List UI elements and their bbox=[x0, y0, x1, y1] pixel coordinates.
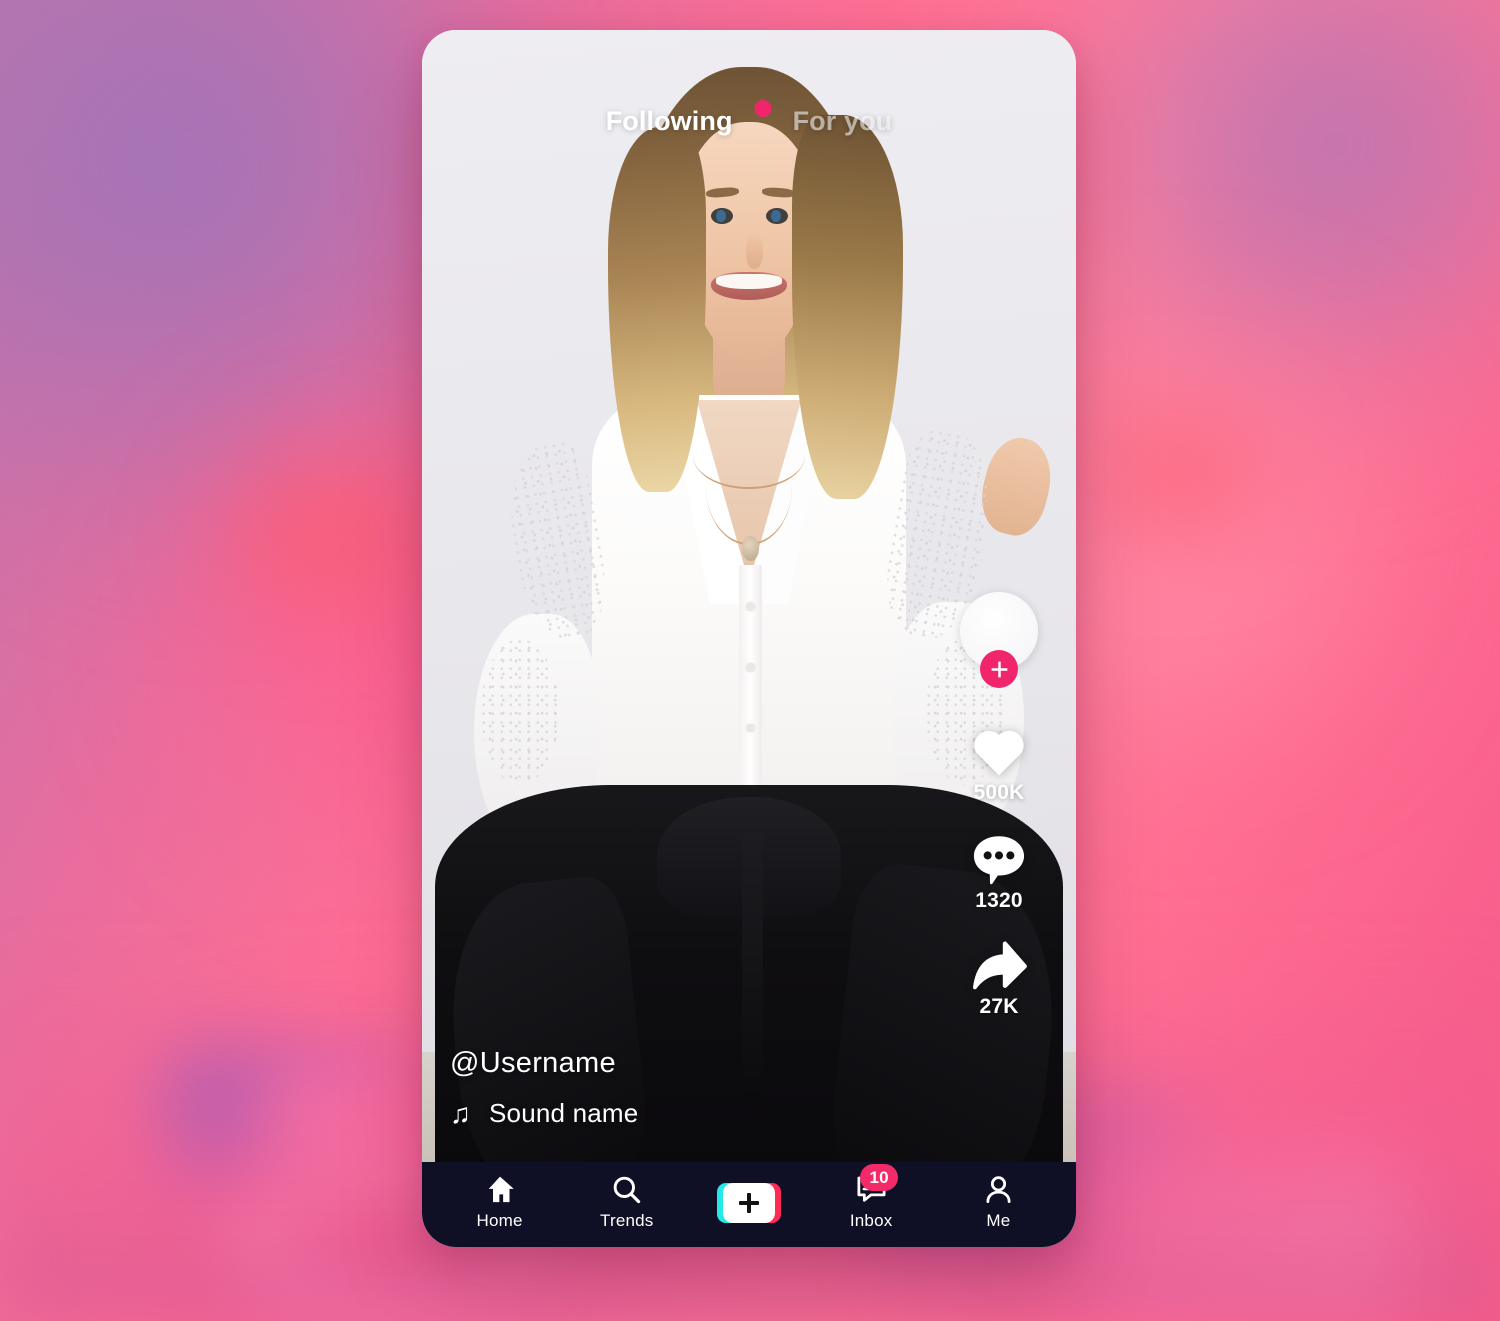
heart-icon bbox=[970, 724, 1028, 777]
creator-avatar-button[interactable] bbox=[960, 592, 1038, 688]
nav-label-home: Home bbox=[476, 1211, 523, 1230]
background-blur-red-right bbox=[1050, 383, 1305, 569]
create-plus-icon bbox=[722, 1182, 775, 1223]
share-count: 27K bbox=[979, 995, 1019, 1018]
sound-row[interactable]: ♫ Sound name bbox=[450, 1098, 638, 1129]
nav-label-me: Me bbox=[986, 1211, 1011, 1230]
feed-tabs: Following For you bbox=[422, 99, 1076, 135]
nav-item-me[interactable]: Me bbox=[961, 1174, 1035, 1231]
person-icon bbox=[984, 1174, 1013, 1204]
subject-hair-right bbox=[791, 115, 903, 499]
video-meta: @Username ♫ Sound name bbox=[450, 1047, 638, 1129]
blouse-button bbox=[746, 601, 755, 611]
music-note-icon: ♫ bbox=[450, 1097, 471, 1129]
plus-glyph bbox=[738, 1192, 759, 1213]
plus-icon bbox=[991, 661, 1007, 677]
action-rail: 500K 1320 27K bbox=[954, 592, 1044, 1019]
subject-iris-left bbox=[716, 209, 727, 222]
nav-item-home[interactable]: Home bbox=[463, 1174, 537, 1231]
search-icon bbox=[612, 1174, 641, 1204]
blouse-button bbox=[746, 662, 755, 672]
subject-necklace-long bbox=[706, 429, 792, 545]
nav-label-trends: Trends bbox=[600, 1211, 654, 1230]
comment-count: 1320 bbox=[975, 889, 1023, 912]
avatar-wrap bbox=[960, 592, 1038, 688]
home-icon bbox=[485, 1174, 515, 1204]
sound-name-label: Sound name bbox=[489, 1098, 639, 1128]
live-dot-icon bbox=[754, 99, 772, 117]
phone-mockup: Following For you 500K 1320 27K @Usernam… bbox=[422, 30, 1076, 1247]
share-button[interactable]: 27K bbox=[970, 941, 1028, 1019]
subject-hair-left bbox=[608, 127, 707, 493]
like-button[interactable]: 500K bbox=[970, 724, 1028, 805]
like-count: 500K bbox=[973, 781, 1025, 804]
nav-item-inbox[interactable]: 10 Inbox bbox=[834, 1164, 908, 1231]
nav-item-trends[interactable]: Trends bbox=[590, 1174, 664, 1231]
comment-button[interactable]: 1320 bbox=[970, 833, 1028, 913]
blouse-cuff-lace-left bbox=[480, 638, 560, 785]
subject-iris-right bbox=[771, 209, 782, 222]
skirt-tie bbox=[742, 833, 764, 1101]
subject-nose bbox=[746, 232, 764, 269]
username-label[interactable]: @Username bbox=[450, 1047, 638, 1080]
comment-bubble-icon bbox=[970, 833, 1028, 885]
subject-teeth bbox=[715, 274, 782, 290]
subject-mouth bbox=[711, 271, 787, 301]
inbox-badge: 10 bbox=[860, 1164, 899, 1191]
create-video-button[interactable] bbox=[716, 1181, 781, 1225]
nav-label-inbox: Inbox bbox=[849, 1211, 893, 1230]
follow-button[interactable] bbox=[980, 650, 1018, 688]
tab-for-you[interactable]: For you bbox=[793, 108, 893, 135]
share-arrow-icon bbox=[970, 941, 1028, 991]
tab-following[interactable]: Following bbox=[606, 108, 733, 135]
bottom-navigation: Home Trends 10 Inbox Me bbox=[422, 1162, 1076, 1247]
